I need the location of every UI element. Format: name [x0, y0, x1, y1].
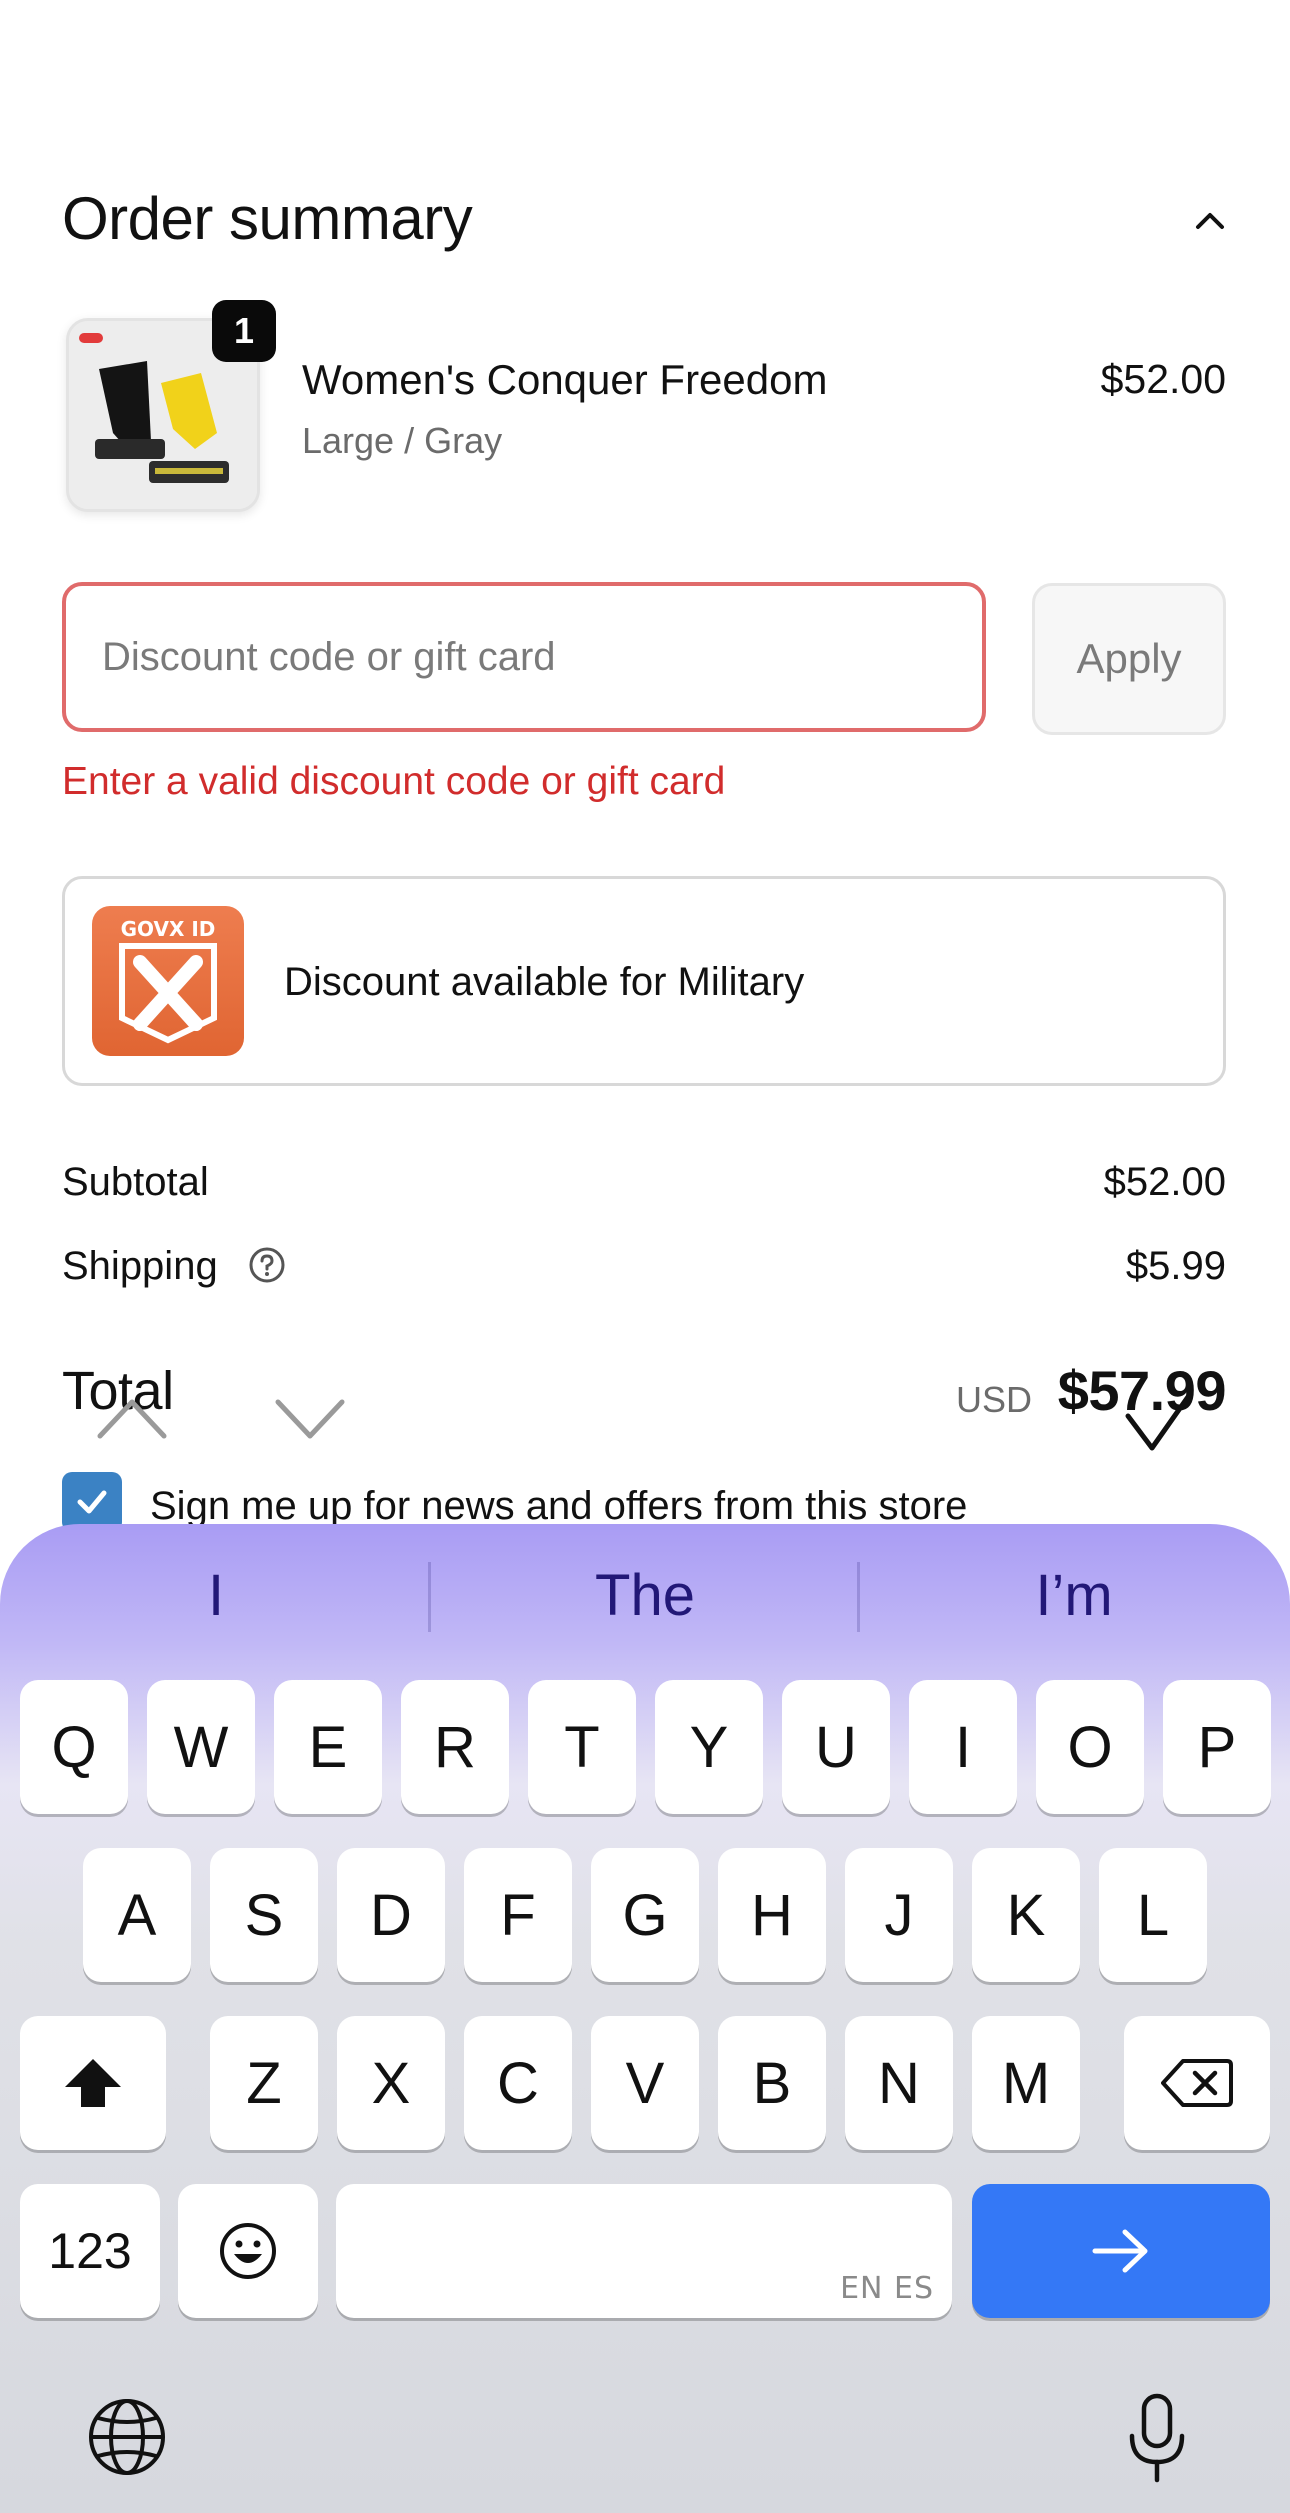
- shipping-label: Shipping: [62, 1244, 218, 1288]
- newsletter-checkbox[interactable]: [62, 1472, 122, 1532]
- key-k[interactable]: K: [972, 1848, 1080, 1982]
- microphone-icon[interactable]: [1126, 2392, 1188, 2484]
- key-r[interactable]: R: [401, 1680, 509, 1814]
- go-key[interactable]: [972, 2184, 1270, 2318]
- key-y[interactable]: Y: [655, 1680, 763, 1814]
- key-d[interactable]: D: [337, 1848, 445, 1982]
- backspace-icon: [1161, 2059, 1233, 2107]
- key-e[interactable]: E: [274, 1680, 382, 1814]
- space-key[interactable]: EN ES: [336, 2184, 952, 2318]
- globe-icon[interactable]: [86, 2396, 168, 2478]
- key-q[interactable]: Q: [20, 1680, 128, 1814]
- product-name: Women's Conquer Freedom: [302, 356, 828, 403]
- key-w[interactable]: W: [147, 1680, 255, 1814]
- suggestion-divider: [857, 1562, 860, 1632]
- order-summary-title: Order summary: [62, 185, 473, 252]
- next-field-icon[interactable]: [274, 1398, 346, 1442]
- suggestion-divider: [428, 1562, 431, 1632]
- suggestion-1[interactable]: I: [16, 1562, 416, 1636]
- shipping-value: $5.99: [1125, 1244, 1226, 1288]
- key-n[interactable]: N: [845, 2016, 953, 2150]
- key-s[interactable]: S: [210, 1848, 318, 1982]
- key-z[interactable]: Z: [210, 2016, 318, 2150]
- govx-logo: GOVX ID: [92, 906, 244, 1056]
- previous-field-icon[interactable]: [96, 1396, 168, 1440]
- apply-button[interactable]: Apply: [1032, 583, 1226, 735]
- product-price: $52.00: [1100, 356, 1226, 402]
- key-u[interactable]: U: [782, 1680, 890, 1814]
- discount-error-message: Enter a valid discount code or gift card: [62, 760, 726, 803]
- key-j[interactable]: J: [845, 1848, 953, 1982]
- chevron-up-icon[interactable]: [1190, 205, 1230, 235]
- subtotal-label: Subtotal: [62, 1160, 209, 1204]
- key-o[interactable]: O: [1036, 1680, 1144, 1814]
- key-p[interactable]: P: [1163, 1680, 1271, 1814]
- arrow-right-icon: [1092, 2229, 1148, 2273]
- key-l[interactable]: L: [1099, 1848, 1207, 1982]
- discount-field[interactable]: [62, 582, 986, 732]
- checkmark-icon: [77, 1490, 107, 1514]
- backspace-key[interactable]: [1124, 2016, 1270, 2150]
- key-x[interactable]: X: [337, 2016, 445, 2150]
- key-a[interactable]: A: [83, 1848, 191, 1982]
- discount-input[interactable]: [100, 633, 982, 681]
- currency-code: USD: [956, 1379, 1033, 1420]
- key-h[interactable]: H: [718, 1848, 826, 1982]
- keyboard-languages: EN ES: [840, 2271, 934, 2306]
- key-g[interactable]: G: [591, 1848, 699, 1982]
- numbers-key[interactable]: 123: [20, 2184, 160, 2318]
- suggestion-2[interactable]: The: [445, 1562, 845, 1636]
- newsletter-label: Sign me up for news and offers from this…: [150, 1484, 968, 1528]
- military-discount-text: Discount available for Military: [284, 960, 805, 1004]
- key-b[interactable]: B: [718, 2016, 826, 2150]
- key-m[interactable]: M: [972, 2016, 1080, 2150]
- help-icon[interactable]: [248, 1246, 286, 1284]
- key-i[interactable]: I: [909, 1680, 1017, 1814]
- govx-logo-text: GOVX ID: [121, 917, 216, 941]
- suggestion-3[interactable]: I’m: [874, 1562, 1274, 1636]
- emoji-key[interactable]: [178, 2184, 318, 2318]
- product-variant: Large / Gray: [302, 420, 503, 461]
- key-c[interactable]: C: [464, 2016, 572, 2150]
- subtotal-value: $52.00: [1103, 1160, 1226, 1204]
- shift-key[interactable]: [20, 2016, 166, 2150]
- checkmark-done-icon[interactable]: [1124, 1390, 1194, 1460]
- quantity-badge: 1: [212, 300, 276, 362]
- key-t[interactable]: T: [528, 1680, 636, 1814]
- key-f[interactable]: F: [464, 1848, 572, 1982]
- emoji-icon: [220, 2223, 276, 2279]
- shift-icon: [65, 2059, 121, 2107]
- key-v[interactable]: V: [591, 2016, 699, 2150]
